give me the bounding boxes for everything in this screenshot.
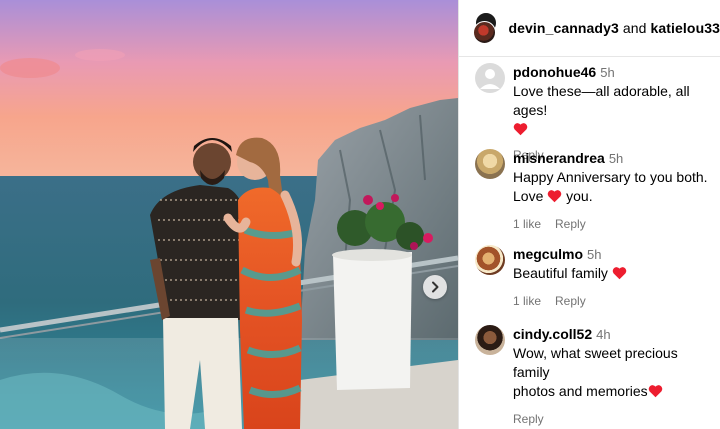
author-username[interactable]: katielou33: [651, 20, 720, 36]
author-username[interactable]: devin_cannady3: [509, 20, 619, 36]
heart-emoji-icon: [612, 267, 627, 280]
post-header: devin_cannady3 and katielou33: [459, 0, 720, 57]
comment-text-part: Happy Anniversary to you both. Love: [513, 169, 708, 204]
post-authors: devin_cannady3 and katielou33: [509, 20, 720, 36]
comment-item: megculmo 5h Beautiful family 1 like Reply: [459, 243, 720, 323]
comment-username[interactable]: cindy.coll52: [513, 326, 592, 342]
comment-time[interactable]: 4h: [596, 327, 610, 342]
comment-text: photos and memories: [513, 382, 712, 401]
comment-text: Wow, what sweet precious family: [513, 345, 678, 380]
comment-text-part: you.: [566, 188, 593, 204]
default-avatar-icon[interactable]: [475, 63, 505, 93]
author-conjunction: and: [622, 20, 647, 36]
comment-time[interactable]: 5h: [600, 65, 614, 80]
comment-text: Happy Anniversary to you both. Love you.: [513, 168, 712, 206]
avatar[interactable]: [475, 245, 505, 275]
avatar[interactable]: [475, 149, 505, 179]
comment-time[interactable]: 5h: [587, 247, 601, 262]
reply-button[interactable]: Reply: [555, 217, 586, 231]
heart-emoji-icon: [648, 385, 662, 398]
comment-list: pdonohue46 5h Love these—all adorable, al…: [459, 57, 720, 426]
comment-username[interactable]: misnerandrea: [513, 150, 605, 166]
comment-text-part: Beautiful family: [513, 265, 608, 281]
comment-text-part: photos and memories: [513, 383, 648, 399]
comment-time[interactable]: 5h: [609, 151, 623, 166]
next-photo-button[interactable]: [423, 275, 447, 299]
comment-item: cindy.coll52 4h Wow, what sweet precious …: [459, 323, 720, 426]
avatar[interactable]: [473, 21, 496, 44]
photo-image: [0, 0, 458, 429]
comment-item: pdonohue46 5h Love these—all adorable, al…: [459, 63, 720, 162]
chevron-right-icon: [432, 281, 439, 293]
comment-item: misnerandrea 5h Happy Anniversary to you …: [459, 145, 720, 243]
heart-emoji-icon: [513, 123, 528, 136]
likes-count[interactable]: 1 like: [513, 294, 541, 308]
post-photo[interactable]: [0, 0, 458, 429]
likes-count[interactable]: 1 like: [513, 217, 541, 231]
comments-panel: devin_cannady3 and katielou33 pdonohue46 5h…: [458, 0, 720, 429]
reply-button[interactable]: Reply: [555, 294, 586, 308]
avatar[interactable]: [475, 325, 505, 355]
heart-emoji-icon: [547, 190, 562, 203]
comment-text: Love these—all adorable, all ages!: [513, 83, 690, 118]
comment-username[interactable]: megculmo: [513, 246, 583, 262]
comment-text: Beautiful family: [513, 264, 712, 283]
collab-avatars[interactable]: [473, 12, 497, 44]
reply-button[interactable]: Reply: [513, 412, 544, 426]
comment-username[interactable]: pdonohue46: [513, 64, 596, 80]
